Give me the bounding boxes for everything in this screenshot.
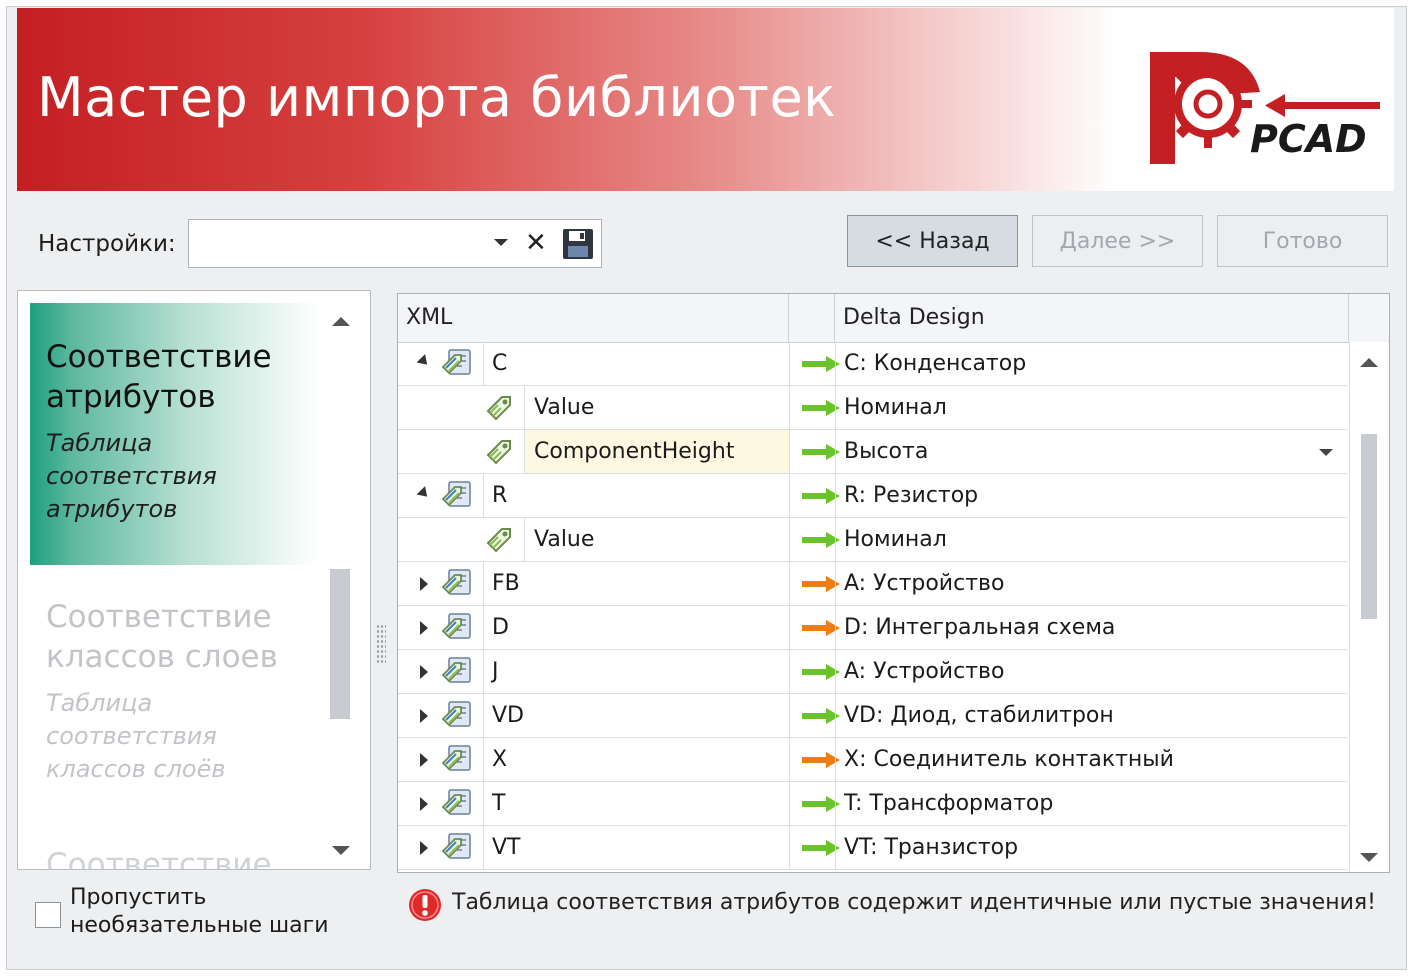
attribute-group-icon xyxy=(440,743,474,777)
pcad-logo-icon: PCAD xyxy=(1150,52,1380,164)
column-header-delta-design[interactable]: Delta Design xyxy=(835,294,1349,342)
save-icon[interactable] xyxy=(561,227,595,261)
delta-design-cell[interactable]: VD: Диод, стабилитрон xyxy=(844,694,1334,737)
delta-design-cell[interactable]: VT: Транзистор xyxy=(844,826,1334,869)
scroll-up-icon[interactable] xyxy=(1360,358,1378,367)
clear-icon[interactable]: ✕ xyxy=(525,226,547,260)
delta-design-cell[interactable]: Высота xyxy=(844,430,1334,473)
attribute-group-icon xyxy=(440,787,474,821)
delta-design-cell[interactable]: Номинал xyxy=(844,386,1334,429)
delta-design-cell[interactable]: A: Устройство xyxy=(844,650,1334,693)
settings-combo[interactable]: ✕ xyxy=(188,219,602,268)
xml-cell[interactable]: C xyxy=(492,342,782,385)
panel-splitter[interactable] xyxy=(376,624,386,664)
table-row[interactable]: C C: Конденсатор xyxy=(398,342,1347,386)
collapse-toggle-icon[interactable] xyxy=(420,841,428,855)
table-row[interactable]: Value Номинал xyxy=(398,518,1347,562)
attribute-tag-icon xyxy=(482,435,516,469)
xml-cell[interactable]: FB xyxy=(492,562,782,605)
error-icon xyxy=(409,889,441,921)
delta-design-cell[interactable]: Номинал xyxy=(844,518,1334,561)
xml-cell[interactable]: VD xyxy=(492,694,782,737)
wizard-title: Мастер импорта библиотек xyxy=(37,66,837,129)
column-header-xml[interactable]: XML xyxy=(398,294,789,342)
delta-design-cell[interactable]: X: Соединитель контактный xyxy=(844,738,1334,781)
attribute-group-icon xyxy=(440,831,474,865)
step-next-partial[interactable]: Соответствие xyxy=(46,847,272,869)
step-attribute-mapping[interactable]: Соответствие атрибутов Таблица соответстви… xyxy=(30,303,320,565)
attribute-group-icon xyxy=(440,699,474,733)
collapse-toggle-icon[interactable] xyxy=(420,753,428,767)
table-row[interactable]: T T: Трансформатор xyxy=(398,782,1347,826)
table-row[interactable]: D D: Интегральная схема xyxy=(398,606,1347,650)
table-row[interactable]: FB A: Устройство xyxy=(398,562,1347,606)
collapse-toggle-icon[interactable] xyxy=(420,709,428,723)
skip-optional-checkbox[interactable] xyxy=(35,902,61,928)
table-row[interactable]: VT VT: Транзистор xyxy=(398,826,1347,870)
scroll-down-icon[interactable] xyxy=(1360,853,1378,862)
delta-design-cell[interactable]: D: Интегральная схема xyxy=(844,606,1334,649)
table-row[interactable]: R R: Резистор xyxy=(398,474,1347,518)
xml-cell[interactable]: X xyxy=(492,738,782,781)
validation-warning: Таблица соответствия атрибутов содержит … xyxy=(452,890,1376,915)
collapse-toggle-icon[interactable] xyxy=(420,621,428,635)
header-banner: Мастер импорта библиотек PCAD xyxy=(17,8,1394,191)
xml-cell[interactable]: D xyxy=(492,606,782,649)
table-row[interactable]: Value Номинал xyxy=(398,386,1347,430)
xml-cell[interactable]: VT xyxy=(492,826,782,869)
delta-design-cell[interactable]: A: Устройство xyxy=(844,562,1334,605)
delta-design-cell[interactable]: C: Конденсатор xyxy=(844,342,1334,385)
collapse-toggle-icon[interactable] xyxy=(420,797,428,811)
table-row[interactable]: ComponentHeight Высота xyxy=(398,430,1347,474)
collapse-toggle-icon[interactable] xyxy=(420,665,428,679)
step-layer-class-mapping[interactable]: Соответствие классов слоев Таблица соответ… xyxy=(30,583,320,843)
xml-cell[interactable]: Value xyxy=(525,518,789,561)
step-title: Соответствие атрибутов xyxy=(46,339,272,415)
scroll-down-icon[interactable] xyxy=(332,846,350,855)
xml-cell[interactable]: ComponentHeight xyxy=(525,430,789,473)
chevron-down-icon[interactable] xyxy=(494,239,508,246)
table-row[interactable]: VD VD: Диод, стабилитрон xyxy=(398,694,1347,738)
expand-toggle-icon[interactable] xyxy=(416,354,432,369)
attribute-group-icon xyxy=(440,479,474,513)
collapse-toggle-icon[interactable] xyxy=(420,577,428,591)
column-header-mapping[interactable] xyxy=(789,294,835,342)
attribute-group-icon xyxy=(440,567,474,601)
scroll-up-icon[interactable] xyxy=(332,317,350,326)
grid-header: XML Delta Design xyxy=(398,294,1389,343)
xml-cell[interactable]: J xyxy=(492,650,782,693)
logo-text: PCAD xyxy=(1250,117,1367,161)
attribute-group-icon xyxy=(440,655,474,689)
chevron-down-icon[interactable] xyxy=(1319,449,1333,456)
step-subtitle: Таблица соответствия атрибутов xyxy=(46,429,217,523)
steps-panel: Соответствие атрибутов Таблица соответстви… xyxy=(17,290,371,870)
attribute-tag-icon xyxy=(482,523,516,557)
delta-design-cell[interactable]: T: Трансформатор xyxy=(844,782,1334,825)
skip-optional-label: Пропустить необязательные шаги xyxy=(70,885,329,938)
grid-scrollbar[interactable] xyxy=(1349,342,1388,872)
attribute-tag-icon xyxy=(482,391,516,425)
xml-cell[interactable]: T xyxy=(492,782,782,825)
settings-label: Настройки: xyxy=(38,231,176,257)
next-button[interactable]: Далее >> xyxy=(1032,215,1203,267)
scroll-thumb[interactable] xyxy=(330,569,350,719)
table-row[interactable]: X X: Соединитель контактный xyxy=(398,738,1347,782)
attribute-group-icon xyxy=(440,347,474,381)
steps-scrollbar[interactable] xyxy=(326,299,356,867)
expand-toggle-icon[interactable] xyxy=(416,486,432,501)
scroll-thumb[interactable] xyxy=(1361,434,1377,619)
step-subtitle: Таблица соответствия классов слоёв xyxy=(46,689,226,783)
xml-cell[interactable]: R xyxy=(492,474,782,517)
xml-cell[interactable]: Value xyxy=(525,386,789,429)
step-title: Соответствие классов слоев xyxy=(46,599,278,675)
attribute-mapping-grid: XML Delta Design C C: Конденсатор Value Ном… xyxy=(397,293,1390,873)
table-row[interactable]: J A: Устройство xyxy=(398,650,1347,694)
back-button[interactable]: << Назад xyxy=(847,215,1018,267)
attribute-group-icon xyxy=(440,611,474,645)
delta-design-cell[interactable]: R: Резистор xyxy=(844,474,1334,517)
done-button[interactable]: Готово xyxy=(1217,215,1388,267)
